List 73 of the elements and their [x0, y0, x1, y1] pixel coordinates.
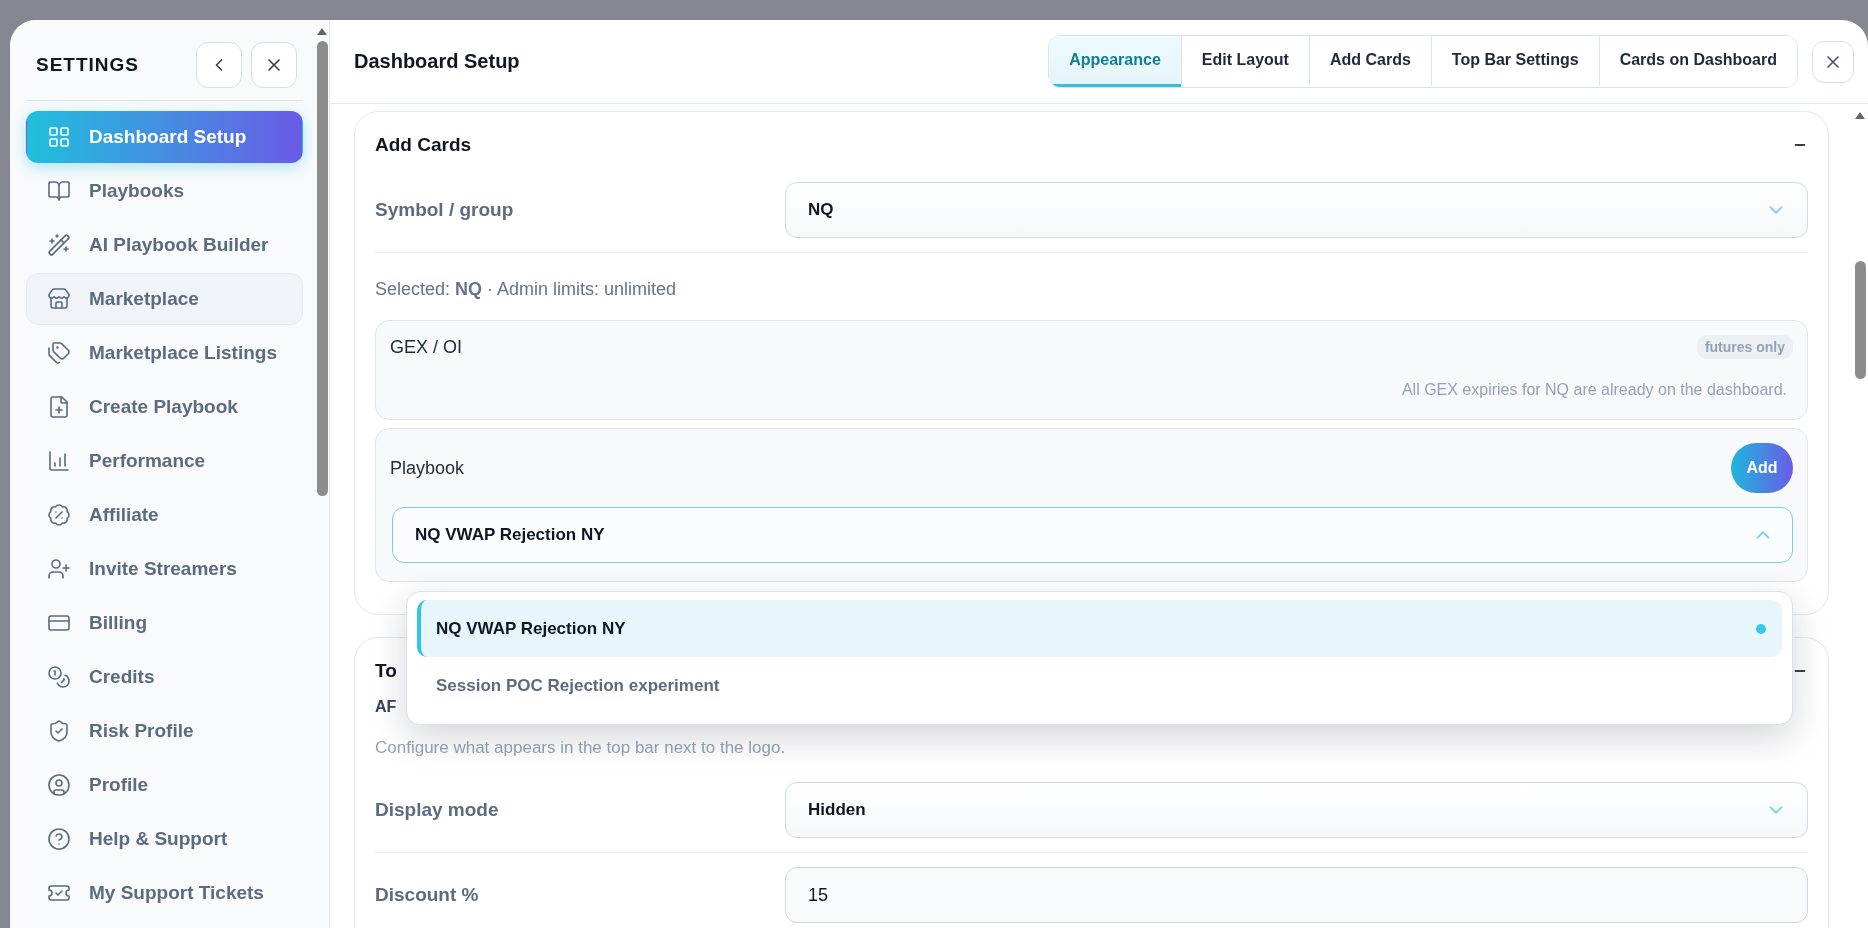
help-icon — [47, 827, 71, 851]
futures-badge: futures only — [1696, 335, 1793, 359]
panel-title: Playbook — [390, 457, 465, 479]
sidebar-item-label: Credits — [89, 666, 155, 688]
section-subtitle: AF — [375, 698, 398, 716]
sidebar-item[interactable]: Profile — [26, 759, 303, 811]
field-label: Discount % — [375, 884, 480, 906]
select-field[interactable]: Hidden — [785, 782, 1808, 838]
close-button[interactable] — [1812, 40, 1854, 83]
scroll-up-arrow[interactable] — [1855, 112, 1865, 119]
playbook-select[interactable]: NQ VWAP Rejection NY — [392, 507, 1793, 563]
coins-icon — [47, 665, 71, 689]
sidebar-item[interactable]: Performance — [26, 435, 303, 487]
sidebar-item-label: Playbooks — [89, 180, 185, 202]
sidebar-item-label: Profile — [89, 774, 149, 796]
shield-check-icon — [47, 719, 71, 743]
add-button[interactable]: Add — [1731, 443, 1793, 493]
book-icon — [47, 179, 71, 203]
dropdown-option[interactable]: Session POC Rejection experiment — [417, 657, 1782, 714]
scroll-up-arrow[interactable] — [317, 28, 327, 35]
field-label: Symbol / group — [375, 199, 515, 221]
sidebar-title: SETTINGS — [36, 54, 140, 76]
card-title: To — [375, 660, 397, 682]
scrollbar-thumb[interactable] — [1854, 261, 1866, 379]
magic-wand-icon — [47, 233, 71, 257]
sidebar-item[interactable]: Credits — [26, 651, 303, 703]
sidebar-item-label: My Support Tickets — [89, 882, 264, 904]
sidebar-item-label: Risk Profile — [89, 720, 194, 742]
sidebar-item[interactable]: Dashboard Setup — [26, 111, 303, 163]
sidebar-item-label: Dashboard Setup — [89, 126, 247, 148]
sidebar-item-label: Affiliate — [89, 504, 159, 526]
sidebar-item-label: Marketplace Listings — [89, 342, 277, 364]
bar-chart-icon — [47, 449, 71, 473]
selected-dot — [1756, 623, 1766, 634]
sidebar-item[interactable]: Billing — [26, 597, 303, 649]
field-label: Display mode — [375, 799, 500, 821]
sidebar-item-label: Performance — [89, 450, 206, 472]
card-title: Add Cards — [375, 134, 472, 156]
tab[interactable]: Appearance — [1049, 36, 1181, 87]
sidebar-item-label: Invite Streamers — [89, 558, 237, 580]
dropdown-option[interactable]: NQ VWAP Rejection NY — [417, 600, 1782, 657]
file-plus-icon — [47, 395, 71, 419]
sidebar-item[interactable]: Invite Streamers — [26, 543, 303, 595]
percent-badge-icon — [47, 503, 71, 527]
sidebar-item[interactable]: Create Playbook — [26, 381, 303, 433]
page-title: Dashboard Setup — [354, 50, 521, 73]
sidebar-item-label: AI Playbook Builder — [89, 234, 269, 256]
sidebar-item[interactable]: Help & Support — [26, 813, 303, 865]
sidebar-item[interactable]: Playbooks — [26, 165, 303, 217]
sidebar-item-label: Create Playbook — [89, 396, 238, 418]
input-field[interactable]: 15 — [785, 867, 1808, 923]
tab[interactable]: Cards on Dashboard — [1598, 36, 1797, 87]
grid-icon — [47, 125, 71, 149]
sidebar-item-label: Billing — [89, 612, 148, 634]
user-plus-icon — [47, 557, 71, 581]
tags-icon — [47, 341, 71, 365]
symbol-select[interactable]: NQ — [785, 182, 1808, 238]
section-description: Configure what appears in the top bar next to the logo. — [375, 738, 787, 758]
sidebar-item[interactable]: Marketplace — [26, 273, 303, 325]
sidebar-item[interactable]: Affiliate — [26, 489, 303, 541]
user-circle-icon — [47, 773, 71, 797]
selection-info: Selected: NQ · Admin limits: unlimited — [375, 278, 678, 301]
panel-title: GEX / OI — [390, 336, 463, 358]
scrollbar-thumb[interactable] — [316, 41, 328, 496]
sidebar-item-label: Help & Support — [89, 828, 228, 850]
sidebar-item-label: Marketplace — [89, 288, 199, 310]
sidebar-item[interactable]: My Support Tickets — [26, 867, 303, 919]
sidebar-item[interactable]: AI Playbook Builder — [26, 219, 303, 271]
store-icon — [47, 287, 71, 311]
panel-note: All GEX expiries for NQ are already on the dashboard. — [1400, 381, 1788, 400]
close-button[interactable] — [251, 42, 297, 88]
sidebar-item[interactable]: Marketplace Listings — [26, 327, 303, 379]
sidebar-item[interactable]: Risk Profile — [26, 705, 303, 757]
